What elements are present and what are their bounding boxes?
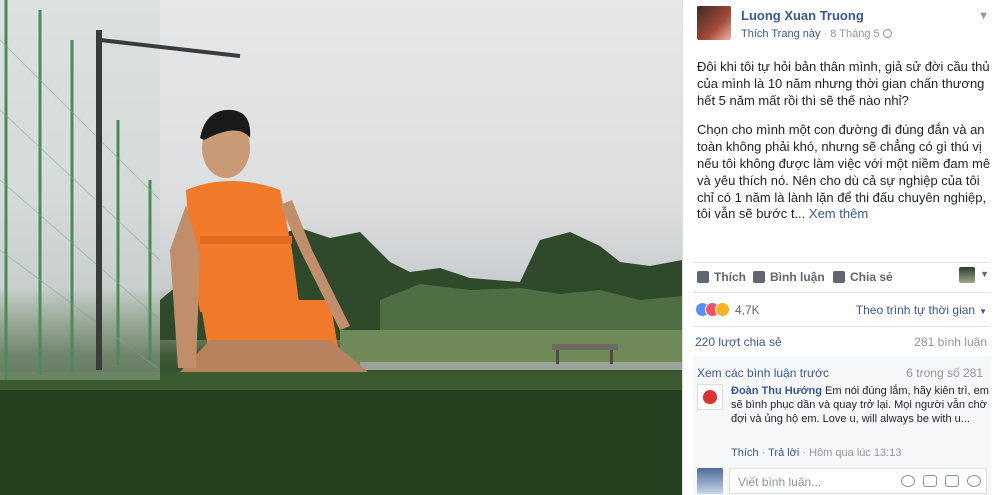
- post-actions: Thích Bình luận Chia sẻ ▼: [695, 266, 991, 288]
- comments-position: 6 trong số 281: [906, 366, 983, 380]
- chevron-down-icon[interactable]: ▼: [980, 269, 989, 279]
- reaction-count[interactable]: 4,7K: [735, 303, 760, 317]
- post-meta: Thích Trang này · 8 Tháng 5: [741, 28, 892, 40]
- post-paragraph: Đôi khi tôi tự hỏi bản thân mình, giả sử…: [697, 59, 990, 108]
- globe-icon: [882, 29, 892, 38]
- meta-separator: ·: [820, 28, 831, 40]
- post-date[interactable]: 8 Tháng 5: [830, 28, 879, 40]
- commenter-name[interactable]: Đoàn Thu Hướng: [731, 385, 822, 397]
- sort-label: Theo trình tự thời gian: [855, 303, 976, 317]
- comments-section: Xem các bình luận trước 6 trong số 281 Đ…: [693, 356, 991, 495]
- sticker-icon[interactable]: [967, 475, 981, 487]
- post-photo[interactable]: [0, 0, 682, 495]
- comment-time[interactable]: Hôm qua lúc 13:13: [809, 447, 901, 459]
- comment-like-link[interactable]: Thích: [731, 447, 759, 459]
- gif-icon[interactable]: [945, 475, 959, 487]
- reactions-bar[interactable]: 4,7K Theo trình tự thời gian ▼: [695, 301, 991, 319]
- thumbs-up-icon: [697, 271, 709, 283]
- comment-actions: Thích · Trả lời · Hôm qua lúc 13:13: [731, 447, 902, 459]
- comment-reply-link[interactable]: Trả lời: [768, 447, 799, 459]
- commenter-avatar[interactable]: [697, 384, 723, 410]
- divider: [693, 326, 991, 327]
- comment-button[interactable]: Bình luận: [753, 270, 825, 284]
- divider: [693, 292, 991, 293]
- share-label: Chia sẻ: [850, 270, 893, 284]
- engagement-stats: 220 lượt chia sẻ 281 bình luận: [695, 335, 991, 349]
- comment-composer: Viết bình luận...: [693, 464, 991, 495]
- comment-sort-dropdown[interactable]: Theo trình tự thời gian ▼: [856, 303, 987, 317]
- chevron-down-icon: ▼: [979, 307, 987, 316]
- post-paragraph: Chọn cho mình một con đường đi đúng đắn …: [697, 122, 993, 223]
- post-text: Đôi khi tôi tự hỏi bản thân mình, giả sử…: [697, 59, 993, 236]
- see-more-link[interactable]: Xem thêm: [809, 206, 868, 221]
- like-button[interactable]: Thích: [697, 270, 746, 284]
- view-previous-comments[interactable]: Xem các bình luận trước: [697, 366, 829, 380]
- emoji-icon[interactable]: [901, 475, 915, 487]
- composer-icons: [901, 475, 981, 487]
- share-button[interactable]: Chia sẻ: [833, 270, 893, 284]
- comment-label: Bình luận: [770, 270, 825, 284]
- heart-icon: [703, 390, 717, 404]
- share-as-avatar[interactable]: [959, 267, 975, 283]
- post-panel: Luong Xuan Truong Thích Trang này · 8 Th…: [682, 0, 1000, 495]
- camera-icon[interactable]: [923, 475, 937, 487]
- viewer-avatar: [697, 468, 723, 494]
- comment-body: Đoàn Thu Hướng Em nói đúng lắm, hãy kiên…: [731, 384, 989, 427]
- divider: [693, 262, 991, 263]
- like-label: Thích: [714, 270, 746, 284]
- author-avatar[interactable]: [697, 6, 731, 40]
- speech-bubble-icon: [753, 271, 765, 283]
- sad-reaction-icon: [715, 302, 730, 317]
- football-player-photo: [0, 0, 682, 495]
- post-header: Luong Xuan Truong Thích Trang này · 8 Th…: [697, 6, 993, 46]
- chevron-down-icon[interactable]: ▼: [978, 10, 989, 22]
- comment-count[interactable]: 281 bình luận: [914, 335, 987, 349]
- share-count[interactable]: 220 lượt chia sẻ: [695, 335, 782, 349]
- like-page-link[interactable]: Thích Trang này: [741, 28, 821, 40]
- author-name[interactable]: Luong Xuan Truong: [741, 8, 864, 23]
- share-arrow-icon: [833, 271, 845, 283]
